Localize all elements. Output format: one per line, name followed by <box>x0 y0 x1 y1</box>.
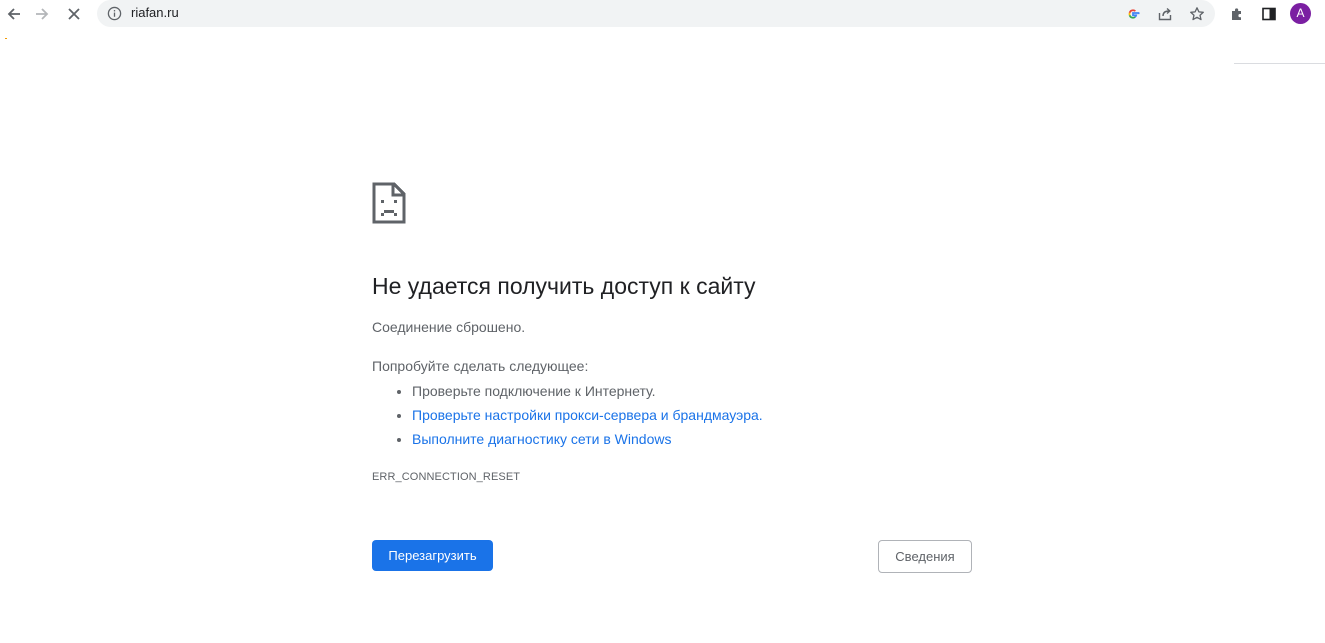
back-arrow-icon[interactable] <box>0 0 28 28</box>
profile-avatar[interactable]: A <box>1290 3 1311 24</box>
suggestions-heading: Попробуйте сделать следующее: <box>372 358 589 374</box>
suggestion-check-connection: Проверьте подключение к Интернету. <box>412 383 656 399</box>
details-button[interactable]: Сведения <box>878 540 972 573</box>
star-icon[interactable] <box>1186 3 1208 25</box>
url-text[interactable]: riafan.ru <box>131 5 179 20</box>
google-icon[interactable] <box>1122 3 1144 25</box>
suggestion-network-diagnostics-link[interactable]: Выполните диагностику сети в Windows <box>412 431 671 447</box>
list-item: Выполните диагностику сети в Windows <box>412 429 763 453</box>
divider <box>1234 63 1325 64</box>
address-bar[interactable]: riafan.ru <box>97 0 1215 27</box>
puzzle-icon[interactable] <box>1224 1 1250 27</box>
suggestion-proxy-firewall-link[interactable]: Проверьте настройки прокси-сервера и бра… <box>412 407 763 423</box>
error-title: Не удается получить доступ к сайту <box>372 273 756 299</box>
forward-arrow-icon[interactable] <box>28 0 56 28</box>
side-panel-icon[interactable] <box>1256 1 1282 27</box>
stop-loading-icon[interactable] <box>60 0 88 28</box>
loading-indicator <box>5 38 7 39</box>
sad-document-icon <box>372 182 406 224</box>
suggestions-list: Проверьте подключение к Интернету. Прове… <box>372 381 763 453</box>
browser-toolbar: riafan.ru A <box>0 0 1325 28</box>
info-icon[interactable] <box>107 6 122 21</box>
error-code: ERR_CONNECTION_RESET <box>372 471 521 483</box>
reload-button[interactable]: Перезагрузить <box>372 540 493 571</box>
error-subtitle: Соединение сброшено. <box>372 319 526 335</box>
list-item: Проверьте подключение к Интернету. <box>412 381 763 405</box>
list-item: Проверьте настройки прокси-сервера и бра… <box>412 405 763 429</box>
share-icon[interactable] <box>1154 3 1176 25</box>
